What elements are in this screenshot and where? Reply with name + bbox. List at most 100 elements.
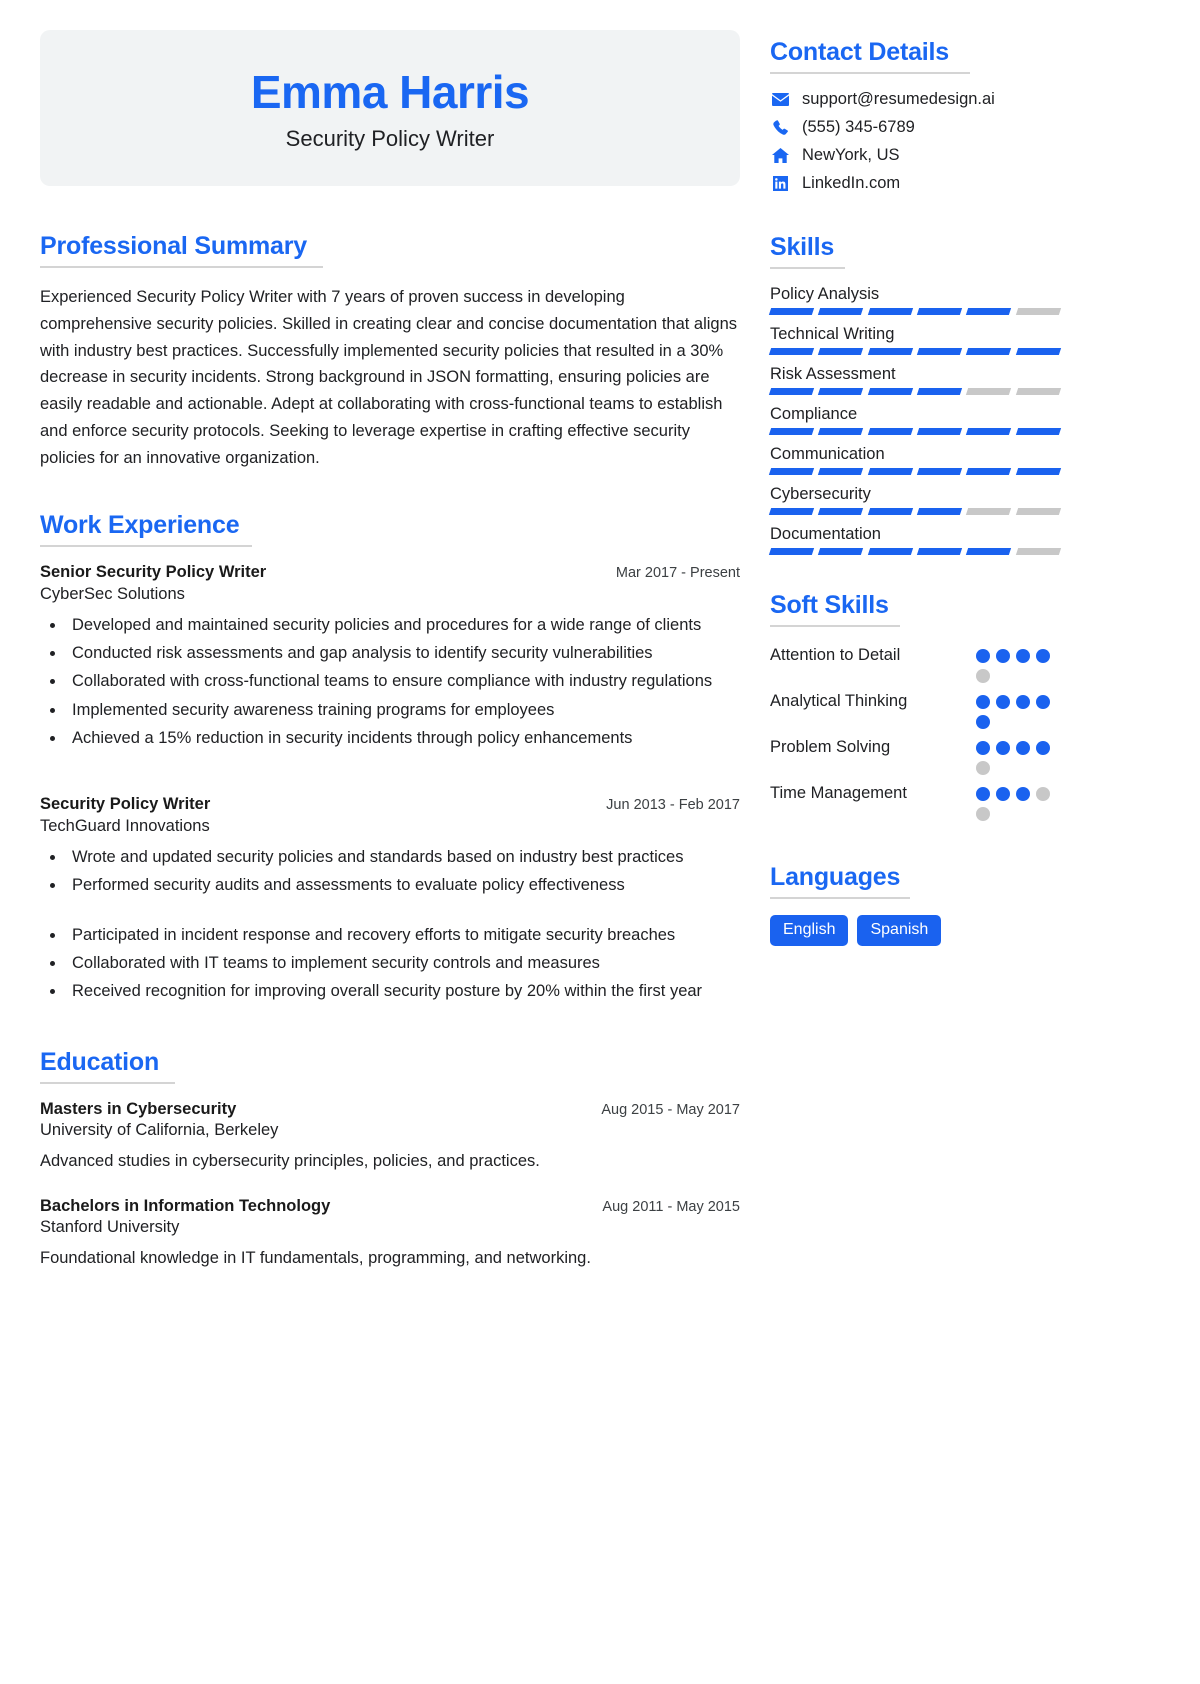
- candidate-name: Emma Harris: [250, 66, 530, 118]
- section-heading-work: Work Experience: [40, 511, 740, 548]
- skill-bar-segment: [966, 308, 1012, 315]
- contact-value-email: support@resumedesign.ai: [802, 90, 995, 108]
- soft-skill-row: Problem Solving: [770, 735, 1060, 775]
- soft-skills-section: Soft Skills Attention to Detail Analytica…: [770, 591, 1060, 821]
- skill-bar-segment: [818, 428, 864, 435]
- work-org: CyberSec Solutions: [40, 585, 185, 604]
- skill-bar-segment: [1015, 388, 1062, 395]
- work-bullet: Developed and maintained security polici…: [66, 612, 740, 638]
- skill-label: Risk Assessment: [770, 365, 896, 383]
- work-bullet: Implemented security awareness training …: [66, 697, 740, 723]
- soft-skill-rating: [976, 689, 1060, 729]
- skill-bar-segment: [966, 548, 1012, 555]
- education-entry: Masters in Cybersecurity Aug 2015 - May …: [40, 1100, 740, 1171]
- phone-icon: [770, 119, 790, 137]
- rating-dot: [976, 787, 990, 801]
- work-bullet: Received recognition for improving overa…: [66, 978, 740, 1004]
- skill-item: Documentation: [768, 525, 1062, 555]
- soft-skill-row: Time Management: [770, 781, 1060, 821]
- skill-bar-segment: [966, 508, 1012, 515]
- professional-summary-section: Professional Summary Experienced Securit…: [40, 232, 740, 471]
- rating-dot: [1016, 649, 1030, 663]
- skill-item: Technical Writing: [768, 325, 1062, 355]
- skill-bar-segment: [818, 308, 864, 315]
- section-heading-skills: Skills: [770, 233, 1060, 269]
- rating-dot: [976, 761, 990, 775]
- skill-level-bar: [768, 348, 1062, 355]
- contact-item-linkedin[interactable]: LinkedIn.com: [770, 174, 1060, 193]
- soft-skill-label: Analytical Thinking: [770, 692, 908, 710]
- skill-bar-segment: [966, 428, 1012, 435]
- rating-dot: [1016, 695, 1030, 709]
- skill-bar-segment: [1015, 548, 1062, 555]
- skill-bar-segment: [768, 308, 815, 315]
- language-badge: Spanish: [857, 915, 942, 946]
- skill-item: Communication: [768, 445, 1062, 475]
- skill-bar-segment: [818, 468, 864, 475]
- skill-label: Compliance: [770, 405, 858, 423]
- skill-bar-segment: [768, 388, 815, 395]
- rating-dot: [976, 807, 990, 821]
- section-heading-summary: Professional Summary: [40, 232, 740, 269]
- skill-bar-segment: [818, 348, 864, 355]
- home-icon: [770, 147, 790, 165]
- skill-bar-segment: [867, 508, 914, 515]
- soft-skill-label: Attention to Detail: [770, 646, 901, 664]
- soft-skill-rating: [976, 735, 1060, 775]
- skill-bar-segment: [768, 428, 815, 435]
- skill-bar-segment: [966, 348, 1012, 355]
- linkedin-icon: [770, 175, 790, 193]
- skill-bar-segment: [867, 388, 914, 395]
- rating-dot: [1036, 649, 1050, 663]
- skill-bar-segment: [768, 348, 815, 355]
- rating-dot: [996, 741, 1010, 755]
- name-banner: Emma Harris Security Policy Writer: [40, 30, 740, 187]
- contact-item-email[interactable]: support@resumedesign.ai: [770, 90, 1060, 109]
- skill-bar-segment: [1015, 468, 1062, 475]
- skills-list: Policy Analysis Technical Writing Risk Ass…: [768, 285, 1062, 555]
- work-entry-head: Senior Security Policy Writer Mar 2017 -…: [40, 563, 740, 582]
- soft-skill-row: Analytical Thinking: [770, 689, 1060, 729]
- skill-bar-segment: [916, 508, 963, 515]
- resume-page: Emma Harris Security Policy Writer Profe…: [0, 0, 1200, 1684]
- soft-skill-rating: [976, 781, 1060, 821]
- skill-item: Risk Assessment: [768, 365, 1062, 395]
- rating-dot: [976, 695, 990, 709]
- rating-dot: [976, 715, 990, 729]
- education-entry-head: Bachelors in Information Technology Aug …: [40, 1197, 740, 1216]
- language-badge: English: [770, 915, 849, 946]
- work-bullets: Developed and maintained security polici…: [66, 612, 740, 750]
- main-column: Emma Harris Security Policy Writer Profe…: [40, 30, 740, 1290]
- skill-level-bar: [768, 548, 1062, 555]
- rating-dot: [976, 741, 990, 755]
- skill-bar-segment: [966, 388, 1012, 395]
- skill-bar-segment: [867, 428, 914, 435]
- work-bullets: Wrote and updated security policies and …: [66, 844, 740, 1004]
- rating-dot: [996, 787, 1010, 801]
- contact-item-location[interactable]: NewYork, US: [770, 146, 1060, 165]
- contact-value-location: NewYork, US: [802, 146, 900, 164]
- envelope-icon: [770, 91, 790, 109]
- skill-label: Documentation: [770, 525, 881, 543]
- contact-value-linkedin: LinkedIn.com: [802, 174, 901, 192]
- section-heading-soft-skills: Soft Skills: [770, 591, 1060, 627]
- contact-section: Contact Details support@resumedesign.ai …: [770, 38, 1060, 193]
- skill-bar-segment: [916, 388, 963, 395]
- skill-bar-segment: [966, 468, 1012, 475]
- skill-bar-segment: [768, 468, 815, 475]
- skill-label: Cybersecurity: [770, 485, 871, 503]
- skill-bar-segment: [916, 348, 963, 355]
- contact-item-phone[interactable]: (555) 345-6789: [770, 118, 1060, 137]
- languages-section: Languages English Spanish: [770, 863, 1060, 946]
- skill-label: Policy Analysis: [770, 285, 880, 303]
- education-description: Advanced studies in cybersecurity princi…: [40, 1151, 540, 1170]
- education-entry-head: Masters in Cybersecurity Aug 2015 - May …: [40, 1100, 740, 1119]
- education-degree: Bachelors in Information Technology: [40, 1196, 331, 1215]
- work-experience-section: Work Experience Senior Security Policy W…: [40, 511, 740, 1004]
- skill-bar-segment: [916, 548, 963, 555]
- skill-bar-segment: [867, 308, 914, 315]
- resume-columns: Emma Harris Security Policy Writer Profe…: [0, 0, 1200, 1290]
- work-org: TechGuard Innovations: [40, 816, 210, 835]
- work-bullet: Performed security audits and assessment…: [66, 872, 740, 898]
- skill-item: Cybersecurity: [768, 485, 1062, 515]
